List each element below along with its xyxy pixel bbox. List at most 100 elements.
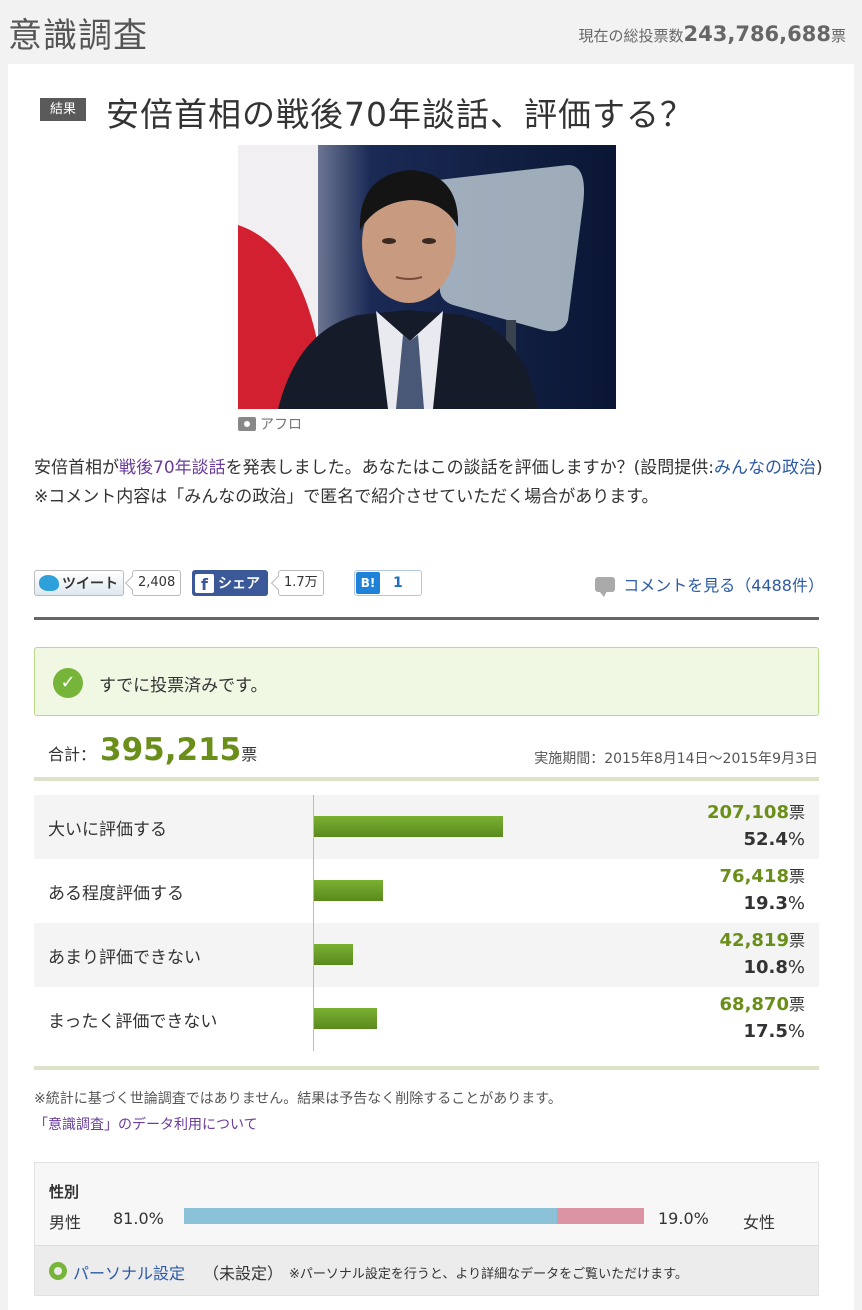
result-votes-value: 207,108 [707,802,789,823]
result-percent: 52.4% [743,829,805,850]
result-label: あまり評価できない [48,948,201,968]
result-percent-value: 10.8 [743,957,788,978]
total-vote-unit: 票 [830,27,846,45]
result-bar [314,816,503,837]
result-percent: 17.5% [743,1021,805,1042]
survey-card: 結果 安倍首相の戦後70年談話、評価する？ アフロ 安倍首相が戦後70年談話を発… [8,64,854,1310]
result-bar [314,880,384,901]
female-label: 女性 [743,1213,776,1232]
view-comments-link[interactable]: コメントを見る（4488件） [595,572,824,597]
female-share-bar [556,1208,644,1224]
provider-link[interactable]: みんなの政治 [714,458,816,478]
tweet-count: 2,408 [132,570,182,596]
hatena-bookmark-icon: B! [356,572,380,594]
total-votes-value: 395,215 [100,732,242,768]
result-votes: 207,108票 [707,799,805,823]
desc-text-2: を発表しました。あなたはこの談話を評価しますか？(設問提供: [225,458,714,478]
result-label: まったく評価できない [48,1012,218,1032]
site-title[interactable]: 意識調査 [8,8,148,57]
question-title: 安倍首相の戦後70年談話、評価する？ [106,95,694,134]
total-vote-label: 現在の総投票数 [578,27,684,45]
result-percent-unit: % [787,1021,805,1042]
result-votes-unit: 票 [788,931,805,950]
result-votes-value: 42,819 [719,930,789,951]
facebook-icon: f [195,573,214,594]
disclaimer-note: ※統計に基づく世論調査ではありません。結果は予告なく削除することがあります。 [34,1091,562,1107]
result-percent-unit: % [787,893,805,914]
result-percent-value: 17.5 [743,1021,788,1042]
female-percent: 19.0% [658,1209,709,1228]
result-label: ある程度評価する [48,884,184,904]
male-label: 男性 [49,1213,82,1232]
twitter-bird-icon [39,575,59,591]
tweet-button[interactable]: ツイート [34,570,124,596]
result-votes: 42,819票 [720,927,805,951]
result-bar-track [313,795,533,859]
result-bar-track [313,923,533,987]
total-votes: 合計： 395,215 票 [48,732,257,768]
view-comments-label: コメントを見る（4488件） [623,576,824,595]
result-row: まったく評価できない 68,870票 17.5% [34,987,819,1051]
photo-credit-text: アフロ [260,417,302,433]
personal-settings-bar: パーソナル設定 （未設定） ※パーソナル設定を行うと、より詳細なデータをご覧いた… [35,1245,818,1295]
result-bar-track [313,859,533,923]
personal-settings-state: （未設定） [203,1264,284,1283]
voted-message: すでに投票済みです。 [99,676,268,696]
gender-title: 性別 [49,1183,80,1201]
gender-ratio-bar [184,1208,644,1224]
topic-link[interactable]: 戦後70年談話 [119,458,226,478]
result-votes-unit: 票 [788,803,805,822]
personal-settings-link[interactable]: パーソナル設定 [73,1260,185,1284]
total-votes-unit: 票 [241,745,258,764]
total-vote-value: 243,786,688 [683,22,831,46]
hatena-bookmark-button[interactable]: B! 1 [354,570,422,596]
male-percent: 81.0% [113,1209,164,1228]
camera-icon [238,417,256,431]
page: 意識調査 現在の総投票数243,786,688票 結果 安倍首相の戦後70年談話… [0,0,862,1310]
result-votes: 76,418票 [720,863,805,887]
question-description: 安倍首相が戦後70年談話を発表しました。あなたはこの談話を評価しますか？(設問提… [34,454,824,512]
voted-notice: ✓ すでに投票済みです。 [34,647,819,716]
comment-note: ※コメント内容は「みんなの政治」で匿名で紹介させていただく場合があります。 [34,487,659,507]
result-percent-value: 52.4 [743,829,788,850]
result-row: あまり評価できない 42,819票 10.8% [34,923,819,987]
photo-illustration [238,145,616,409]
total-vote-counter: 現在の総投票数243,786,688票 [579,22,847,46]
male-share-bar [184,1208,557,1224]
result-percent: 10.8% [743,957,805,978]
results-bottom-rule [34,1066,819,1070]
checkmark-icon: ✓ [53,668,83,698]
hatena-count: 1 [393,575,403,591]
result-percent-value: 19.3 [743,893,788,914]
result-bar-track [313,987,533,1051]
gear-icon [49,1262,67,1280]
facebook-share-button[interactable]: f シェア [192,570,268,596]
social-share-row: ツイート 2,408 f シェア 1.7万 B! 1 コメントを見る（4488件… [34,570,824,598]
comment-bubble-icon [595,576,616,597]
data-usage-link[interactable]: 「意識調査」のデータ利用について [34,1114,258,1134]
result-row: 大いに評価する 207,108票 52.4% [34,795,819,859]
share-count: 1.7万 [278,570,324,596]
photo-credit: アフロ [238,414,302,434]
gender-breakdown: 性別 男性 81.0% 19.0% 女性 パーソナル設定 （未設定） ※パーソナ… [34,1162,819,1296]
desc-text-3: ) [816,458,823,478]
results-table: 大いに評価する 207,108票 52.4% ある程度評価する 76,418票 … [34,795,819,1051]
result-label: 大いに評価する [48,820,167,840]
result-percent-unit: % [787,957,805,978]
tweet-label: ツイート [62,576,118,592]
result-badge: 結果 [40,98,87,121]
question-photo [238,145,616,409]
site-header: 意識調査 現在の総投票数243,786,688票 [0,0,862,64]
survey-period: 実施期間：2015年8月14日〜2015年9月3日 [534,751,818,767]
result-votes-value: 68,870 [719,994,789,1015]
result-votes-unit: 票 [788,995,805,1014]
personal-settings-note: ※パーソナル設定を行うと、より詳細なデータをご覧いただけます。 [289,1267,688,1282]
result-votes: 68,870票 [720,991,805,1015]
question-header: 結果 安倍首相の戦後70年談話、評価する？ [40,88,834,138]
section-divider [34,617,819,620]
share-label: シェア [218,576,260,592]
result-percent-unit: % [787,829,805,850]
result-votes-value: 76,418 [719,866,789,887]
result-votes-unit: 票 [788,867,805,886]
total-votes-label: 合計： [48,745,97,764]
